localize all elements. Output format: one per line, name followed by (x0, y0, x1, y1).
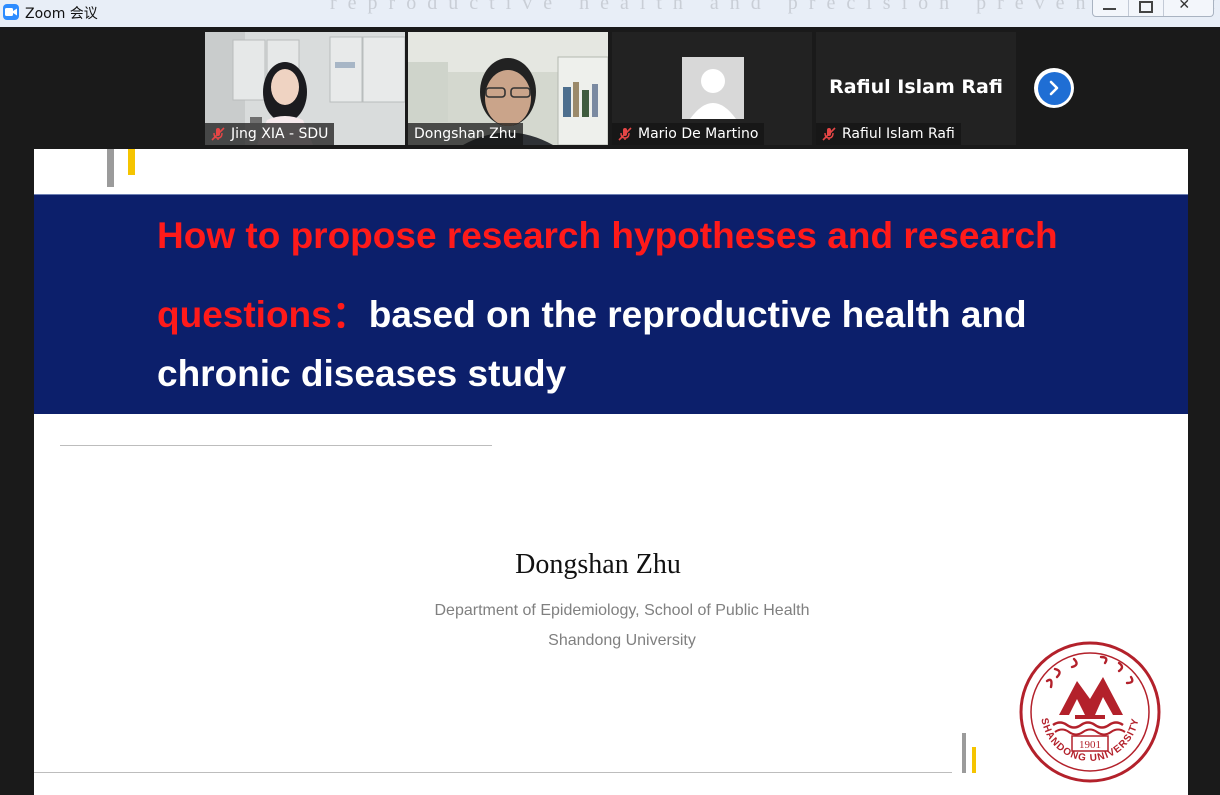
accent-bar-yellow (972, 747, 976, 773)
participant-name-tag: Mario De Martino (612, 123, 765, 145)
participant-strip: Jing XIA - SDU Dongshan Zhu Mario De Mar… (0, 27, 1220, 149)
slide-title-line2-white: based on the reproductive health and (368, 294, 1027, 335)
slide-title-line3: chronic diseases study (157, 353, 567, 394)
window-controls (1092, 0, 1214, 17)
participant-tile-active[interactable]: Dongshan Zhu (408, 32, 608, 145)
next-participants-button[interactable] (1034, 68, 1074, 108)
seal-year: 1901 (1079, 739, 1101, 751)
divider (34, 772, 952, 773)
slide-title-line1: How to propose research hypotheses and r… (157, 215, 1058, 256)
slide-author: Dongshan Zhu (515, 549, 681, 580)
background-ghost-text: reproductive health and precision preven… (330, 0, 1220, 14)
slide-affiliation-university: Shandong University (548, 632, 696, 649)
participant-name-tag: Dongshan Zhu (408, 123, 523, 145)
divider (60, 445, 492, 446)
participant-tile[interactable]: Rafiul Islam Rafi Rafiul Islam Rafi (816, 32, 1016, 145)
university-seal-logo: 1901 SHANDONG UNIVERSITY (1019, 641, 1161, 783)
mic-muted-icon (618, 127, 632, 141)
participant-display-name: Rafiul Islam Rafi (829, 76, 1003, 98)
mic-muted-icon (822, 127, 836, 141)
avatar-placeholder-icon (682, 57, 744, 119)
app-title: Zoom 会议 (25, 6, 98, 22)
participant-name: Dongshan Zhu (414, 126, 517, 142)
close-icon[interactable] (1164, 0, 1213, 16)
accent-bar-gray (107, 149, 114, 187)
zoom-camera-icon (3, 4, 19, 20)
accent-bar-gray (962, 733, 966, 773)
chevron-right-icon (1037, 71, 1071, 105)
mic-muted-icon (211, 127, 225, 141)
participant-name: Mario De Martino (638, 126, 759, 142)
participant-name: Rafiul Islam Rafi (842, 126, 955, 142)
participant-name-tag: Rafiul Islam Rafi (816, 123, 961, 145)
slide-affiliation-department: Department of Epidemiology, School of Pu… (434, 602, 810, 619)
slide-title-line2: questions：based on the reproductive heal… (157, 284, 1027, 338)
window-titlebar: reproductive health and precision preven… (0, 0, 1220, 27)
shared-slide: How to propose research hypotheses and r… (34, 149, 1188, 795)
slide-title-line2-red: questions： (157, 294, 369, 335)
participant-tile[interactable]: Jing XIA - SDU (205, 32, 405, 145)
participant-tile[interactable]: Mario De Martino (612, 32, 812, 145)
participant-name-tag: Jing XIA - SDU (205, 123, 335, 145)
maximize-icon[interactable] (1129, 0, 1165, 16)
minimize-icon[interactable] (1093, 0, 1129, 16)
accent-bar-yellow (128, 149, 135, 175)
title-banner: How to propose research hypotheses and r… (34, 194, 1188, 414)
participant-name: Jing XIA - SDU (231, 126, 329, 142)
